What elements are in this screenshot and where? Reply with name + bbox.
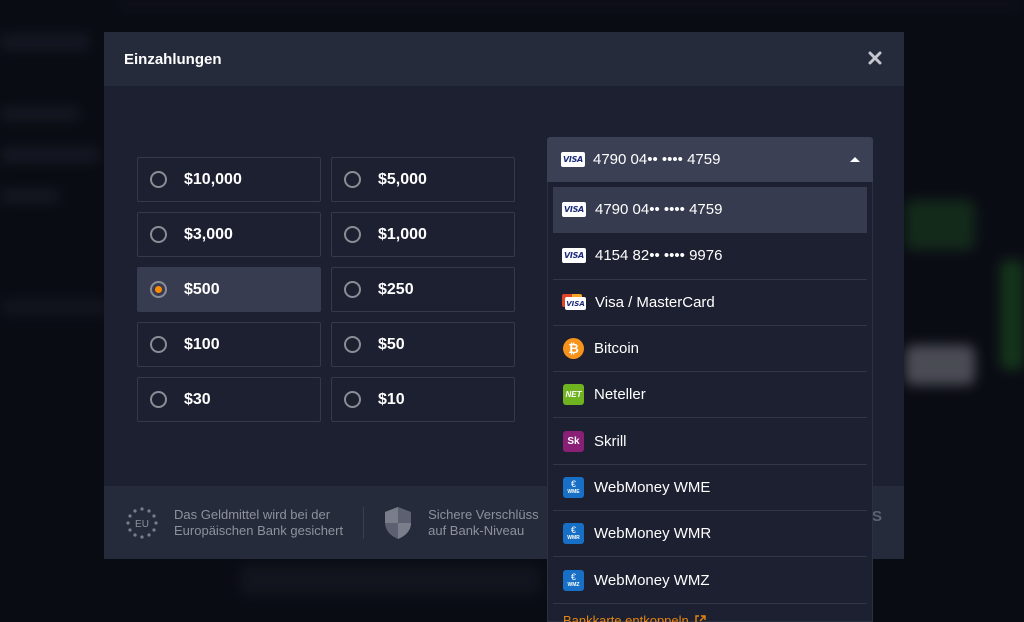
payment-option[interactable]: € WMR WebMoney WMR [553, 511, 867, 558]
amount-option[interactable]: $500 [137, 267, 321, 312]
amount-label: $1,000 [378, 225, 427, 243]
external-link-icon [695, 614, 706, 622]
amount-option[interactable]: $10 [331, 377, 515, 422]
eu-text-line1: Das Geldmittel wird bei der [174, 506, 331, 522]
shield-icon [385, 506, 412, 539]
radio-unchecked[interactable] [344, 391, 361, 408]
amount-option[interactable]: $3,000 [137, 212, 321, 257]
amount-grid: $10,000 $5,000 $3,000 $1,000 $500 $250 $100 $50… [137, 157, 515, 422]
footer-divider [363, 506, 365, 539]
radio-checked[interactable] [150, 281, 167, 298]
unlink-card-label: Bankkarte entkoppeln [563, 612, 689, 622]
visa-mastercard-icon: VISA [562, 294, 586, 311]
skrill-icon: Sk [563, 430, 584, 452]
payment-option-label: Visa / MasterCard [595, 293, 715, 311]
radio-unchecked[interactable] [150, 336, 167, 353]
radio-unchecked[interactable] [150, 226, 167, 243]
amount-label: $30 [184, 390, 211, 408]
selected-payment-method: 4790 04•• •••• 4759 [593, 151, 721, 168]
payment-option[interactable]: € WMZ WebMoney WMZ [553, 557, 867, 604]
amount-label: $100 [184, 335, 220, 353]
payment-option-label: Skrill [594, 432, 627, 450]
eu-stars-icon: EU [126, 506, 158, 539]
amount-option[interactable]: $10,000 [137, 157, 321, 202]
partial-logo: S [871, 508, 882, 525]
eu-guarantee: EU Das Geldmittel wird bei der Europäisc… [124, 505, 343, 541]
visa-icon: VISA [561, 152, 585, 167]
radio-unchecked[interactable] [344, 281, 361, 298]
payment-method-select[interactable]: VISA 4790 04•• •••• 4759 [547, 137, 873, 182]
unlink-card-link[interactable]: Bankkarte entkoppeln [553, 613, 867, 622]
webmoney-icon: € WMR [563, 523, 584, 545]
close-icon [868, 51, 882, 65]
payment-option[interactable]: ₿ Bitcoin [553, 326, 867, 373]
amount-option[interactable]: $5,000 [331, 157, 515, 202]
payment-option[interactable]: VISA Visa / MasterCard [553, 280, 867, 326]
amount-label: $50 [378, 335, 405, 353]
amount-label: $5,000 [378, 170, 427, 188]
visa-icon: VISA [562, 202, 586, 218]
modal-header: Einzahlungen [104, 32, 904, 86]
amount-option[interactable]: $50 [331, 322, 515, 367]
webmoney-icon: € WME [563, 476, 584, 498]
radio-unchecked[interactable] [344, 336, 361, 353]
payment-option[interactable]: Sk Skrill [553, 418, 867, 465]
amount-label: $3,000 [184, 225, 233, 243]
payment-option-label: WebMoney WMR [594, 525, 712, 543]
eu-badge-text: EU [135, 519, 149, 530]
payment-option[interactable]: € WME WebMoney WME [553, 465, 867, 512]
amount-label: $250 [378, 280, 414, 298]
amount-option[interactable]: $30 [137, 377, 321, 422]
secure-text-line1: Sichere Verschlüss [428, 506, 539, 522]
visa-icon: VISA [562, 248, 586, 264]
caret-up-icon [850, 157, 860, 162]
eu-text-line2: Europäischen Bank gesichert [174, 522, 344, 538]
amount-label: $10 [378, 390, 405, 408]
payment-option[interactable]: NET Neteller [553, 372, 867, 419]
payment-option[interactable]: VISA 4790 04•• •••• 4759 [553, 187, 867, 234]
eu-guarantee-text: Das Geldmittel wird bei der Europäischen… [174, 507, 343, 539]
payment-option-label: WebMoney WMZ [594, 571, 710, 589]
radio-unchecked[interactable] [344, 171, 361, 188]
payment-option-label: 4154 82•• •••• 9976 [595, 247, 723, 265]
secure-encryption-text: Sichere Verschlüss auf Bank-Niveau [428, 507, 539, 539]
radio-unchecked[interactable] [150, 391, 167, 408]
radio-unchecked[interactable] [150, 171, 167, 188]
radio-dot [155, 286, 162, 293]
close-button[interactable] [866, 49, 884, 67]
payment-option-label: Bitcoin [594, 340, 640, 358]
amount-option[interactable]: $250 [331, 267, 515, 312]
secure-encryption: Sichere Verschlüss auf Bank-Niveau [384, 506, 539, 540]
bitcoin-icon: ₿ [563, 338, 584, 360]
webmoney-icon: € WMZ [563, 569, 584, 591]
payment-option-label: 4790 04•• •••• 4759 [595, 201, 723, 219]
secure-text-line2: auf Bank-Niveau [428, 522, 525, 538]
modal-title: Einzahlungen [124, 50, 222, 68]
radio-unchecked[interactable] [344, 226, 361, 243]
payment-option-label: WebMoney WME [594, 478, 711, 496]
amount-label: $10,000 [184, 170, 242, 188]
amount-option[interactable]: $100 [137, 322, 321, 367]
payment-option[interactable]: VISA 4154 82•• •••• 9976 [553, 233, 867, 280]
amount-label: $500 [184, 280, 220, 298]
payment-method-dropdown: VISA 4790 04•• •••• 4759 VISA 4154 82•• •••… [547, 182, 873, 622]
amount-option[interactable]: $1,000 [331, 212, 515, 257]
neteller-icon: NET [563, 384, 584, 406]
payment-option-label: Neteller [594, 386, 646, 404]
